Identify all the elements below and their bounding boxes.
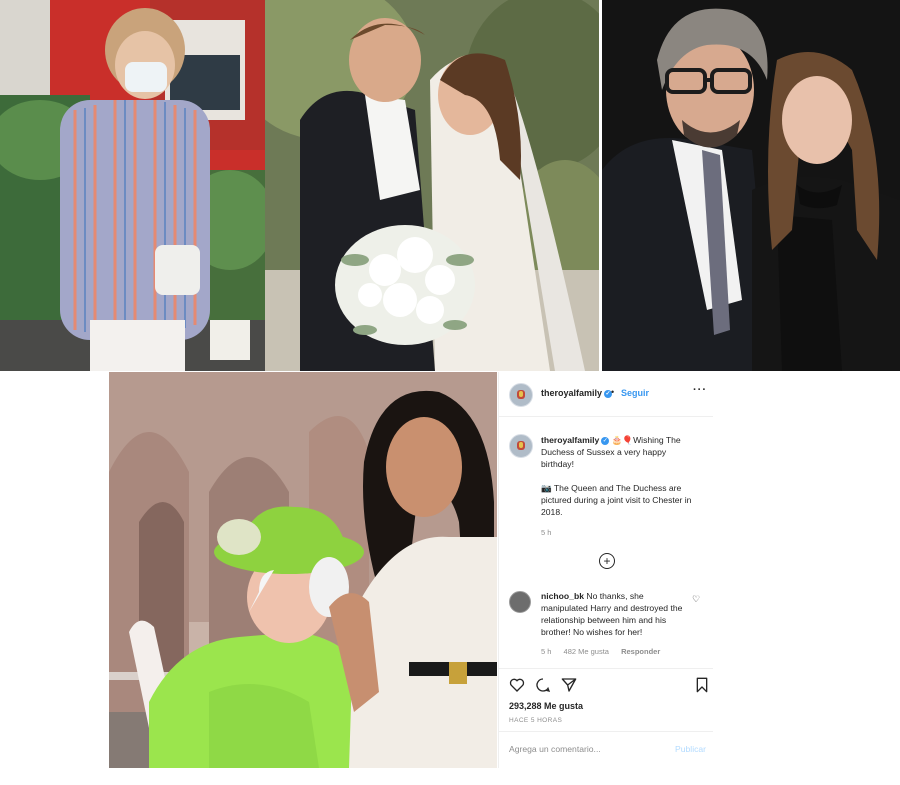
bookmark-icon[interactable] [694, 677, 710, 693]
posted-ago: HACE 5 HORAS [509, 717, 563, 724]
man-and-woman-black-background-photo [602, 0, 900, 371]
comment-likes[interactable]: 482 Me gusta [564, 647, 609, 656]
add-comment-bar: Agrega un comentario... Publicar [499, 731, 713, 766]
caption-text-2: 📷 The Queen and The Duchess are pictured… [541, 483, 692, 517]
verified-badge-icon: ✓ [601, 436, 610, 445]
follow-button[interactable]: Seguir [621, 388, 649, 398]
more-options-icon[interactable]: ··· [693, 384, 707, 396]
caption-username[interactable]: theroyalfamily [541, 435, 599, 445]
post-actions: 293,288 Me gusta HACE 5 HORAS Agrega un … [499, 668, 713, 769]
header-username[interactable]: theroyalfamily ✓ [541, 388, 613, 398]
wedding-couple-photo [265, 0, 599, 371]
comment: nichoo_bk No thanks, she manipulated Har… [541, 590, 691, 638]
separator-dot: • [611, 387, 615, 397]
royal-family-avatar[interactable] [509, 383, 533, 407]
caption-time: 5 h [541, 528, 552, 537]
commenter-avatar[interactable] [509, 591, 531, 613]
queen-and-duchess-photo [109, 372, 497, 768]
share-icon[interactable] [561, 677, 577, 693]
reply-button[interactable]: Responder [621, 647, 660, 656]
likes-count[interactable]: 293,288 Me gusta [509, 701, 583, 711]
post-header: theroyalfamily ✓ • Seguir ··· [499, 372, 713, 417]
heart-icon[interactable] [509, 677, 525, 693]
caption-avatar[interactable] [509, 434, 533, 458]
comment-heart-icon[interactable]: ♡ [692, 594, 700, 605]
comment-meta: 5 h 482 Me gusta Responder [541, 647, 670, 656]
post-comment-button[interactable]: Publicar [675, 744, 706, 754]
post-caption: theroyalfamily ✓ 🎂🎈Wishing The Duchess of… [541, 434, 701, 518]
comment-icon[interactable] [535, 677, 551, 693]
plus-circle-icon[interactable]: + [599, 553, 615, 569]
instagram-post-panel: theroyalfamily ✓ • Seguir ··· theroyalfam… [498, 372, 713, 768]
woman-in-striped-shirt-photo [0, 0, 265, 371]
comment-input[interactable]: Agrega un comentario... [509, 744, 601, 754]
comment-username[interactable]: nichoo_bk [541, 591, 584, 601]
comment-time: 5 h [541, 647, 552, 656]
